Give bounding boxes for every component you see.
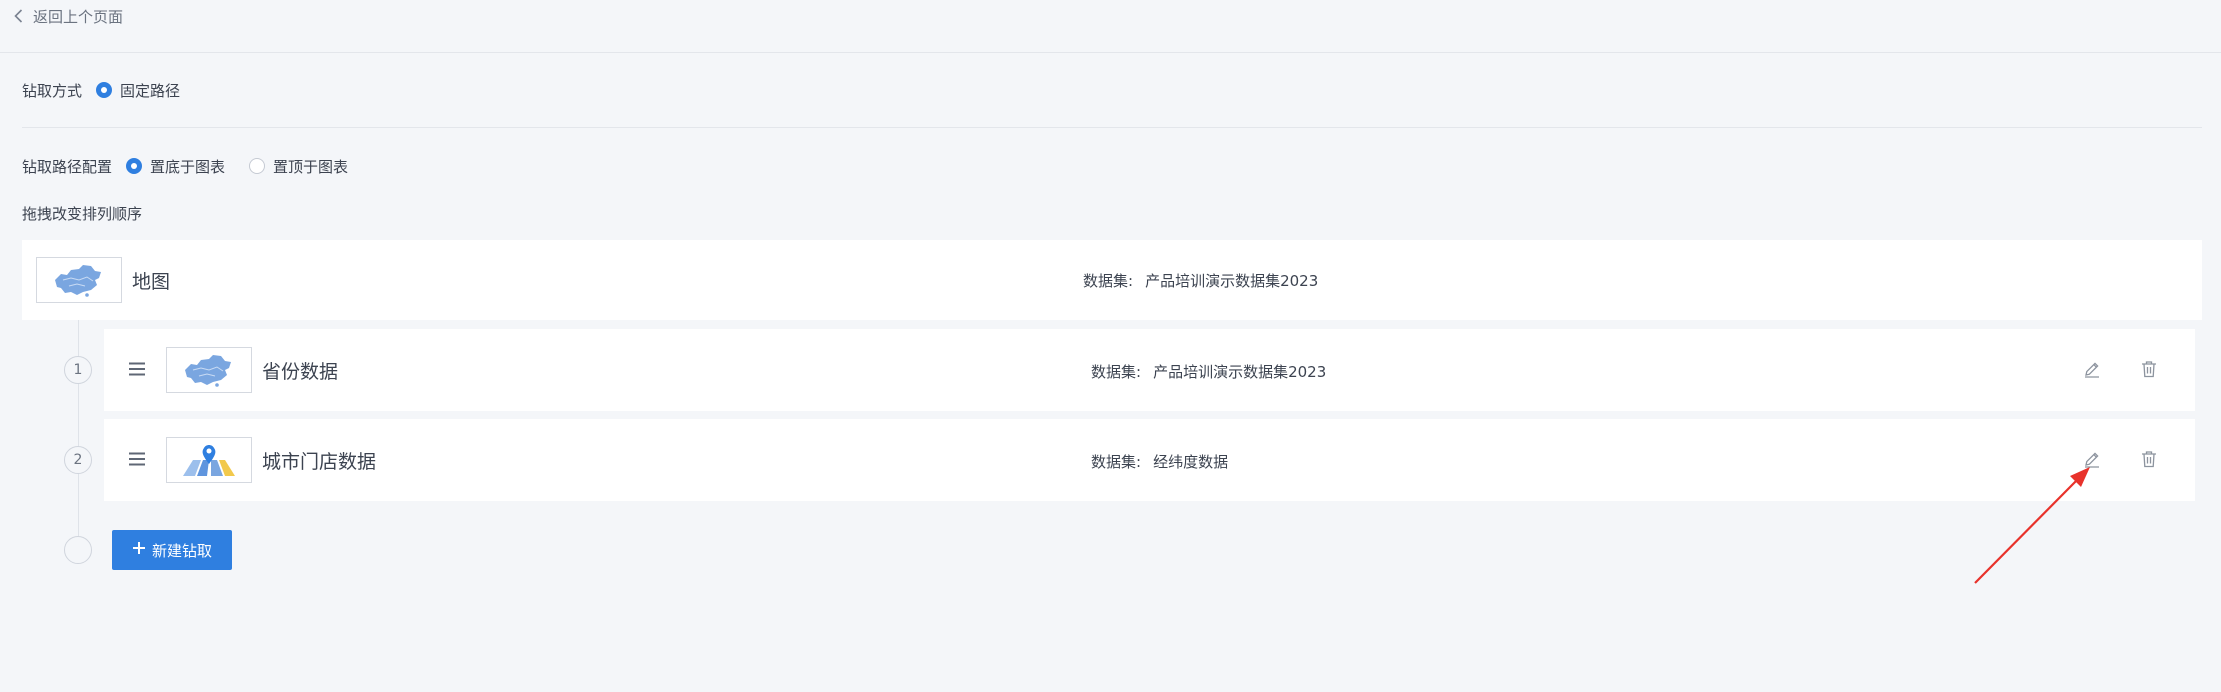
path-config-row: 钻取路径配置 置底于图表 置顶于图表 xyxy=(22,155,348,177)
tree-connector-line xyxy=(78,320,79,536)
radio-label-top-of-chart[interactable]: 置顶于图表 xyxy=(273,156,348,177)
radio-label-fixed-path[interactable]: 固定路径 xyxy=(120,80,180,101)
step-indicator-1: 1 xyxy=(64,356,92,384)
drill-mode-label: 钻取方式 xyxy=(22,81,83,100)
drill-item-name: 城市门店数据 xyxy=(262,450,377,473)
drill-item[interactable]: 省份数据 数据集: 产品培训演示数据集2023 xyxy=(104,329,2195,411)
chevron-left-icon xyxy=(14,9,23,23)
root-chart-name: 地图 xyxy=(132,270,171,293)
root-dataset: 数据集: 产品培训演示数据集2023 xyxy=(1083,270,1318,291)
trash-icon[interactable] xyxy=(2139,449,2159,469)
dataset-label: 数据集: xyxy=(1091,363,1142,381)
new-drill-label: 新建钻取 xyxy=(151,541,212,560)
dataset-value: 产品培训演示数据集2023 xyxy=(1153,363,1327,381)
dataset-label: 数据集: xyxy=(1091,453,1142,471)
radio-bottom-of-chart[interactable]: 置底于图表 xyxy=(126,156,225,177)
sort-hint: 拖拽改变排列顺序 xyxy=(22,205,143,223)
radio-button-bottom-of-chart[interactable] xyxy=(126,158,143,174)
drag-handle-icon[interactable] xyxy=(128,451,146,470)
china-map-thumbnail xyxy=(166,347,252,393)
china-map-thumbnail xyxy=(36,257,122,303)
radio-top-of-chart[interactable]: 置顶于图表 xyxy=(249,156,348,177)
path-config-label: 钻取路径配置 xyxy=(22,157,113,176)
section-divider xyxy=(22,127,2202,128)
new-drill-button[interactable]: 新建钻取 xyxy=(112,530,232,570)
drill-item[interactable]: 城市门店数据 数据集: 经纬度数据 xyxy=(104,419,2195,501)
drag-handle-icon[interactable] xyxy=(128,361,146,380)
dataset-label: 数据集: xyxy=(1083,272,1134,290)
root-chart-card: 地图 数据集: 产品培训演示数据集2023 xyxy=(22,240,2202,320)
radio-label-bottom-of-chart[interactable]: 置底于图表 xyxy=(150,156,225,177)
trash-icon[interactable] xyxy=(2139,359,2159,379)
drill-item-name: 省份数据 xyxy=(262,360,339,383)
drill-item-dataset: 数据集: 经纬度数据 xyxy=(1091,451,1228,472)
top-bar: 返回上个页面 xyxy=(0,0,2221,53)
radio-fixed-path[interactable]: 固定路径 xyxy=(96,80,180,101)
plus-icon xyxy=(132,541,146,559)
radio-button-fixed-path[interactable] xyxy=(96,82,113,98)
back-link-label: 返回上个页面 xyxy=(33,7,124,26)
dataset-value: 经纬度数据 xyxy=(1153,453,1229,471)
drill-item-dataset: 数据集: 产品培训演示数据集2023 xyxy=(1091,361,1326,382)
step-indicator-new xyxy=(64,536,92,564)
drill-mode-row: 钻取方式 固定路径 xyxy=(22,79,180,101)
edit-icon[interactable] xyxy=(2082,359,2102,379)
radio-button-top-of-chart[interactable] xyxy=(249,158,266,174)
back-link[interactable]: 返回上个页面 xyxy=(14,6,123,27)
dataset-value: 产品培训演示数据集2023 xyxy=(1145,272,1319,290)
edit-icon[interactable] xyxy=(2082,449,2102,469)
location-map-thumbnail xyxy=(166,437,252,483)
step-indicator-2: 2 xyxy=(64,446,92,474)
